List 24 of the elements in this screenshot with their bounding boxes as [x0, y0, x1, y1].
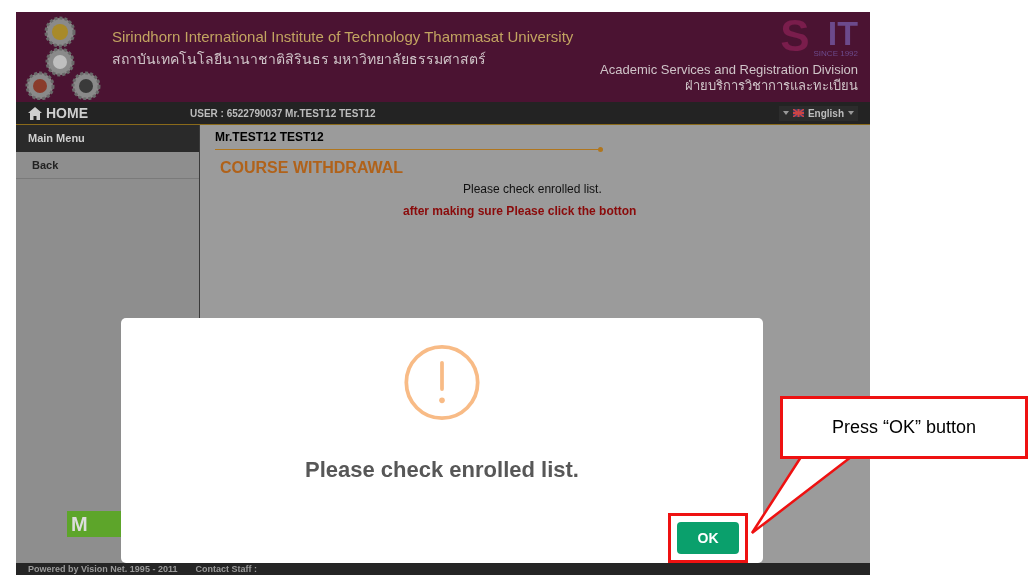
home-icon — [28, 106, 42, 120]
institute-title: Sirindhorn International Institute of Technology Thammasat University — [112, 28, 574, 47]
division-thai-title: ฝ่ายบริการวิชาการและทะเบียน — [685, 78, 858, 95]
sidebar-item[interactable]: Back — [16, 151, 199, 179]
user-info: USER : 6522790037 Mr.TEST12 TEST12 — [190, 106, 376, 121]
logo-letters: IT — [827, 16, 858, 50]
dialog-message: Please check enrolled list. — [305, 456, 579, 484]
callout-text: Press “OK” button — [831, 416, 977, 439]
page-title: COURSE WITHDRAWAL — [219, 158, 405, 178]
institute-thai-title: สถาบันเทคโนโลยีนานาชาติสิรินธร มหาวิทยาลัยธรรมศาสตร์ — [112, 50, 487, 69]
sidebar-logo: M — [67, 511, 121, 537]
footer-contact: Contact Staff : — [195, 563, 257, 575]
warning-message: after making sure Please click the botton — [403, 203, 637, 220]
home-link[interactable]: HOME — [28, 102, 190, 124]
logo-since: SINCE 1992 — [813, 50, 858, 58]
footer-credit: Powered by Vision Net. 1995 - 2011 — [28, 563, 178, 575]
caret-icon — [848, 111, 854, 115]
sidebar-heading: Main Menu — [16, 125, 199, 152]
flag-icon — [792, 109, 804, 117]
info-message: Please check enrolled list. — [463, 181, 602, 198]
warning-icon — [401, 344, 483, 421]
student-name: Mr.TEST12 TEST12 — [215, 129, 325, 146]
caret-icon — [782, 111, 789, 115]
division-title: Academic Services and Registration Division — [600, 62, 858, 78]
